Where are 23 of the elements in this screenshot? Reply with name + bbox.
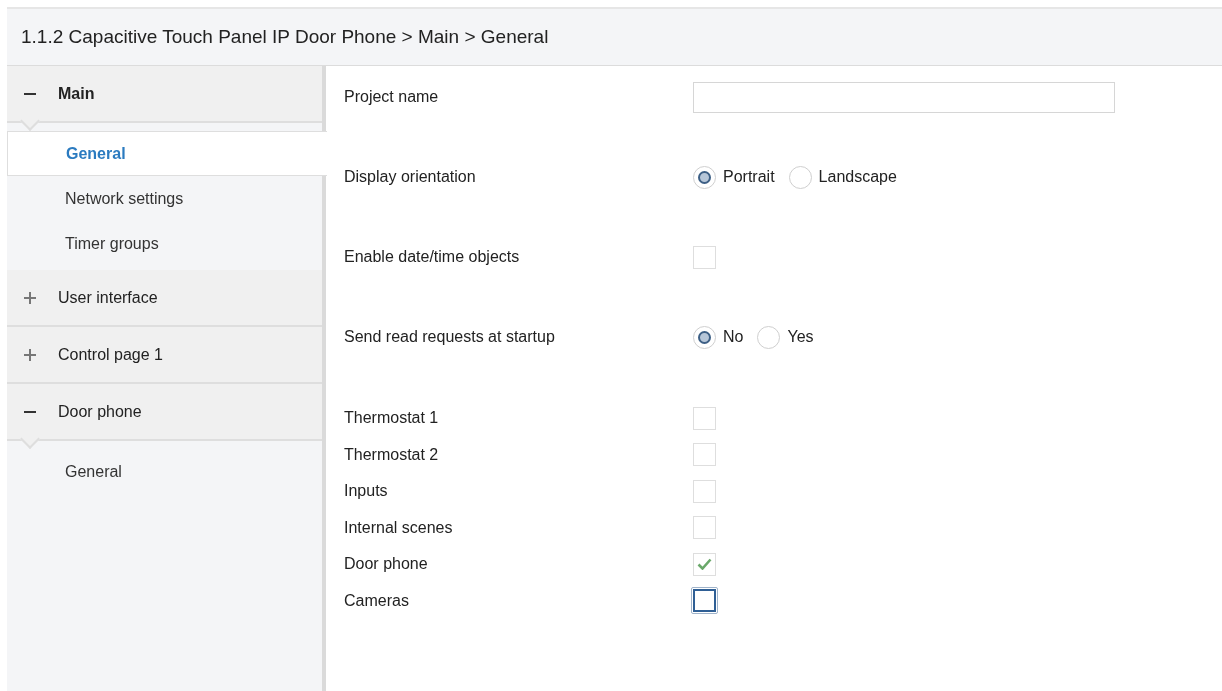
sidebar-item[interactable]: Network settings: [7, 176, 322, 221]
setting-label: Thermostat 1: [344, 409, 439, 427]
setting-label: Thermostat 2: [344, 445, 439, 463]
setting-label: Internal scenes: [344, 518, 453, 536]
setting-label: Inputs: [344, 482, 388, 500]
setting-label: Door phone: [344, 555, 428, 573]
sidebar-group[interactable]: Control page 1: [7, 327, 322, 384]
setting-label: Enable date/time objects: [344, 247, 520, 267]
radio-option[interactable]: No: [693, 325, 744, 349]
setting-label: Cameras: [344, 591, 409, 609]
sidebar-item[interactable]: General: [7, 131, 327, 176]
radio-option[interactable]: Landscape: [788, 165, 897, 189]
setting-label: Send read requests at startup: [344, 327, 555, 347]
sidebar-group[interactable]: Door phone: [7, 384, 322, 441]
breadcrumb-title: 1.1.2 Capacitive Touch Panel IP Door Phone > Main > General: [21, 24, 549, 49]
setting-label: Project name: [344, 87, 439, 107]
radio-option[interactable]: Yes: [757, 325, 814, 349]
sidebar-group[interactable]: User interface: [7, 270, 322, 327]
sidebar-item[interactable]: General: [7, 449, 322, 494]
setting-label: Display orientation: [344, 167, 476, 187]
sidebar-group[interactable]: Main: [7, 66, 322, 123]
sidebar-item[interactable]: Timer groups: [7, 221, 322, 266]
radio-option[interactable]: Portrait: [693, 165, 775, 189]
